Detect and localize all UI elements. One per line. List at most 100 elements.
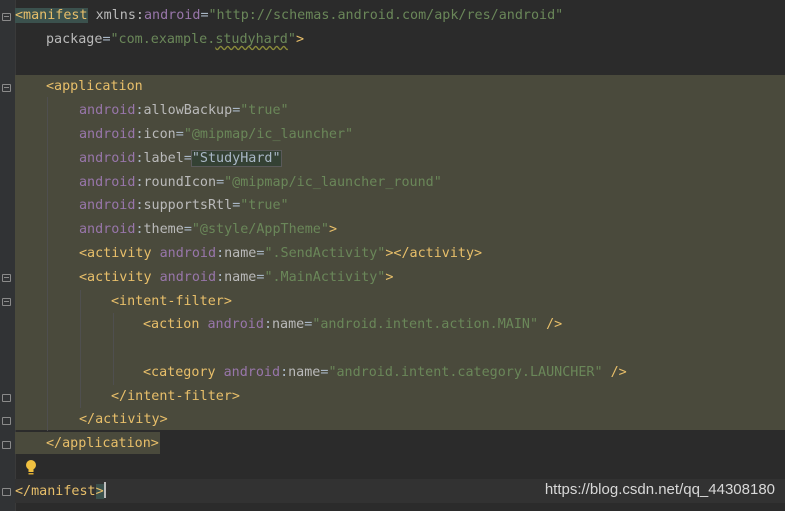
code-line-activity-main[interactable]: <activity android:name=".MainActivity"> xyxy=(15,267,393,289)
code-token: "true" xyxy=(240,103,289,118)
fold-end-application-icon[interactable] xyxy=(2,441,11,449)
code-line-label[interactable]: android:label="StudyHard" xyxy=(15,148,282,170)
code-token: /> xyxy=(538,317,563,332)
code-token: android xyxy=(79,127,136,142)
code-line-manifest-open[interactable]: <manifest xmlns:android="http://schemas.… xyxy=(15,5,563,27)
code-token: <category xyxy=(143,365,224,380)
code-token: "com.example. xyxy=(110,32,216,47)
code-token: </intent-filter> xyxy=(111,389,240,404)
code-token: = xyxy=(216,175,225,190)
fold-manifest-icon[interactable] xyxy=(2,13,11,21)
code-token: > xyxy=(328,222,337,237)
code-token: "android.intent.action.MAIN" xyxy=(312,317,539,332)
code-token: studyhard xyxy=(215,32,288,47)
code-token: ></activity> xyxy=(385,246,483,261)
code-line-application-open[interactable]: <application xyxy=(15,76,143,98)
code-token: : xyxy=(135,222,144,237)
fold-end-manifest-icon[interactable] xyxy=(2,488,11,496)
code-token: name xyxy=(224,270,257,285)
code-token: android xyxy=(159,246,217,261)
code-line-intent-filter-open[interactable]: <intent-filter> xyxy=(15,291,232,313)
code-token: android xyxy=(159,270,217,285)
code-token: : xyxy=(135,198,144,213)
watermark-text: https://blog.csdn.net/qq_44308180 xyxy=(544,481,775,498)
code-token: = xyxy=(200,8,209,23)
code-token: xmlns: xyxy=(95,8,144,23)
code-line-package[interactable]: package="com.example.studyhard"> xyxy=(15,29,304,51)
fold-activity-icon[interactable] xyxy=(2,274,11,282)
code-token: android xyxy=(79,175,136,190)
code-token: android xyxy=(79,222,136,237)
code-token: <activity xyxy=(79,270,160,285)
code-token: android xyxy=(223,365,281,380)
code-token: name xyxy=(224,246,257,261)
code-token: android xyxy=(79,103,136,118)
code-token: <application xyxy=(46,79,143,94)
fold-end-activity-icon[interactable] xyxy=(2,417,11,425)
code-token: : xyxy=(135,127,144,142)
fold-intent-filter-icon[interactable] xyxy=(2,298,11,306)
code-line-application-close[interactable]: </application> xyxy=(15,433,159,455)
code-token: theme xyxy=(143,222,184,237)
code-token: : xyxy=(135,103,144,118)
code-token: "android.intent.category.LAUNCHER" xyxy=(328,365,603,380)
code-line-activity-close[interactable]: </activity> xyxy=(15,409,168,431)
editor-gutter xyxy=(0,0,16,511)
code-token: android xyxy=(79,198,136,213)
code-line-category[interactable]: <category android:name="android.intent.c… xyxy=(15,362,627,384)
code-token: </manifest xyxy=(15,484,96,499)
code-line-icon[interactable]: android:icon="@mipmap/ic_launcher" xyxy=(15,124,353,146)
code-token: > xyxy=(295,32,304,47)
code-token: : xyxy=(135,151,144,166)
code-token: </application> xyxy=(46,436,159,451)
fold-end-intent-filter-icon[interactable] xyxy=(2,394,11,402)
code-token: > xyxy=(385,270,394,285)
code-token: allowBackup xyxy=(143,103,233,118)
code-line-intent-filter-close[interactable]: </intent-filter> xyxy=(15,386,240,408)
code-line-manifest-close[interactable]: </manifest> xyxy=(15,481,106,503)
code-line-action[interactable]: <action android:name="android.intent.act… xyxy=(15,314,562,336)
code-token: "@style/AppTheme" xyxy=(191,222,329,237)
code-token: : xyxy=(135,175,144,190)
code-token: : xyxy=(216,246,225,261)
code-token: "@mipmap/ic_launcher" xyxy=(183,127,354,142)
code-token: = xyxy=(175,127,184,142)
code-token: supportsRtl xyxy=(143,198,233,213)
code-token: name xyxy=(272,317,305,332)
code-token: : xyxy=(263,317,272,332)
code-line-supportsRtl[interactable]: android:supportsRtl="true" xyxy=(15,195,289,217)
code-token: <intent-filter> xyxy=(111,294,232,309)
code-token: "http://schemas.android.com/apk/res/andr… xyxy=(208,8,564,23)
text-caret xyxy=(103,482,106,498)
code-line-allowBackup[interactable]: android:allowBackup="true" xyxy=(15,100,289,122)
code-token: "@mipmap/ic_launcher_round" xyxy=(224,175,442,190)
code-token: android xyxy=(207,317,264,332)
code-token: = xyxy=(183,151,192,166)
code-token: name xyxy=(288,365,321,380)
code-token: android xyxy=(144,8,201,23)
code-token: android xyxy=(79,151,136,166)
code-token: "StudyHard" xyxy=(190,150,282,167)
fold-application-icon[interactable] xyxy=(2,84,11,92)
lightbulb-icon[interactable] xyxy=(25,459,37,477)
code-line-theme[interactable]: android:theme="@style/AppTheme"> xyxy=(15,219,337,241)
code-line-activity-send[interactable]: <activity android:name=".SendActivity"><… xyxy=(15,243,482,265)
code-token: : xyxy=(280,365,289,380)
code-token: <activity xyxy=(79,246,160,261)
code-token: icon xyxy=(143,127,176,142)
code-token: : xyxy=(216,270,225,285)
code-token: > xyxy=(95,484,104,499)
code-token: package xyxy=(46,32,103,47)
code-token: label xyxy=(143,151,184,166)
code-token: " xyxy=(287,32,296,47)
code-token: ".MainActivity" xyxy=(264,270,386,285)
code-line-roundIcon[interactable]: android:roundIcon="@mipmap/ic_launcher_r… xyxy=(15,172,442,194)
code-token: ".SendActivity" xyxy=(264,246,386,261)
code-token: </activity> xyxy=(79,412,168,427)
code-token: = xyxy=(183,222,192,237)
code-token: roundIcon xyxy=(143,175,217,190)
code-token: <manifest xyxy=(15,8,88,23)
code-token: /> xyxy=(602,365,627,380)
code-token: "true" xyxy=(240,198,289,213)
code-token: <action xyxy=(143,317,208,332)
